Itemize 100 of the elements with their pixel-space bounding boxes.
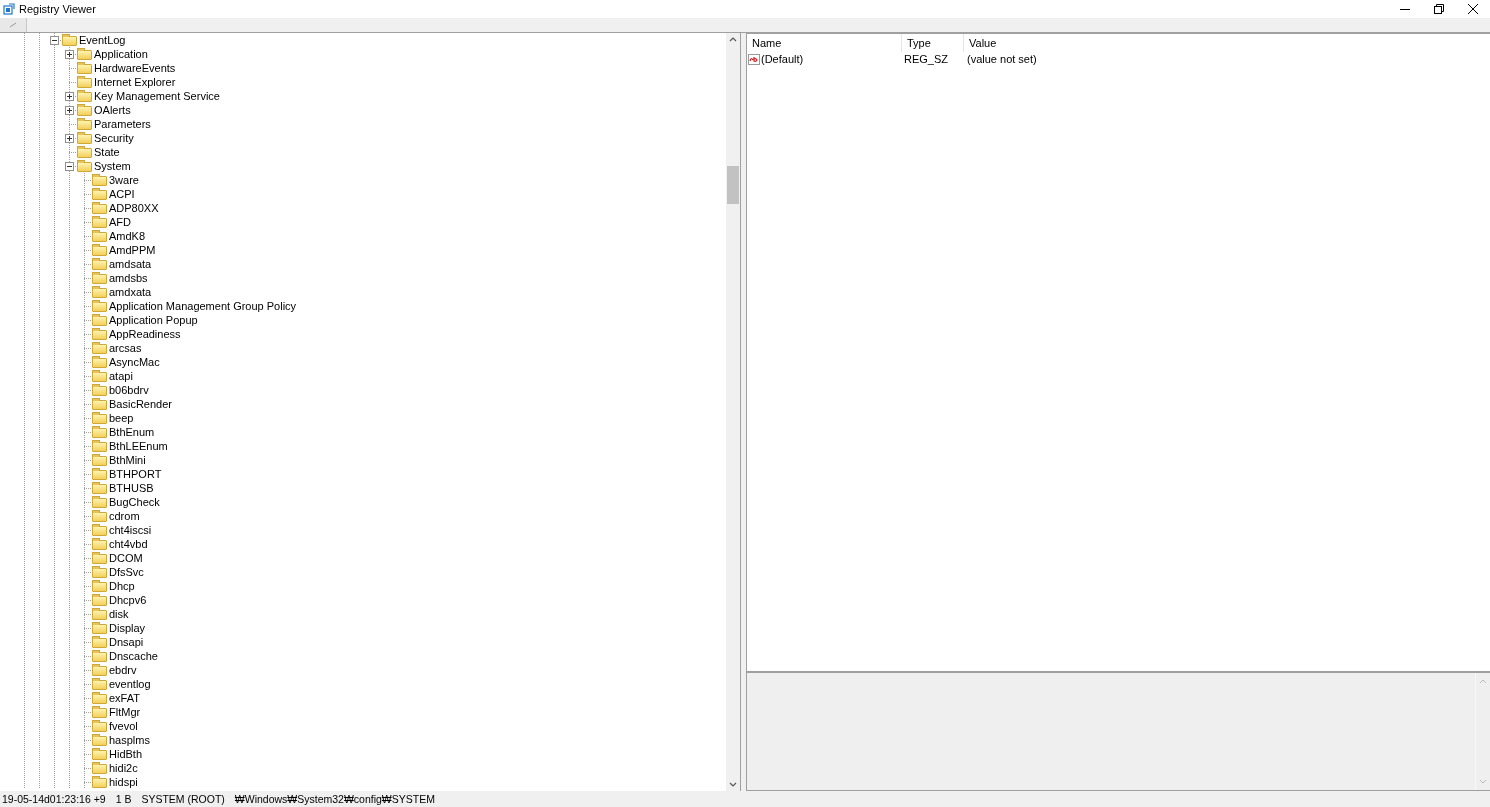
folder-icon bbox=[92, 231, 107, 242]
tree-item[interactable]: atapi bbox=[109, 369, 133, 383]
folder-icon bbox=[92, 721, 107, 732]
window-title: Registry Viewer bbox=[19, 3, 96, 15]
tree-item[interactable]: Dnscache bbox=[109, 649, 158, 663]
folder-icon bbox=[92, 637, 107, 648]
status-size: 1 B bbox=[115, 793, 132, 805]
tree-item[interactable]: DCOM bbox=[109, 551, 143, 565]
scroll-down-icon[interactable] bbox=[729, 782, 737, 787]
tree-item[interactable]: arcsas bbox=[109, 341, 142, 355]
tree-item[interactable]: OAlerts bbox=[94, 103, 131, 117]
restore-icon bbox=[1434, 4, 1444, 14]
tree-item[interactable]: cht4iscsi bbox=[109, 523, 152, 537]
folder-icon bbox=[92, 357, 107, 368]
folder-icon bbox=[92, 399, 107, 410]
scroll-thumb[interactable] bbox=[727, 166, 739, 204]
folder-icon bbox=[92, 455, 107, 466]
tree-item[interactable]: Display bbox=[109, 621, 146, 635]
tree-item[interactable]: Internet Explorer bbox=[94, 75, 176, 89]
collapse-toggle[interactable] bbox=[65, 162, 74, 171]
tree-item[interactable]: amdxata bbox=[109, 285, 152, 299]
tree-item[interactable]: Security bbox=[94, 131, 134, 145]
folder-icon bbox=[77, 77, 92, 88]
tree-item[interactable]: AmdPPM bbox=[109, 243, 156, 257]
folder-icon bbox=[92, 483, 107, 494]
tree-item[interactable]: BTHPORT bbox=[109, 467, 162, 481]
tree-item[interactable]: ACPI bbox=[109, 187, 135, 201]
tree-item[interactable]: AmdK8 bbox=[109, 229, 146, 243]
tree-item[interactable]: HidBth bbox=[109, 747, 143, 761]
folder-icon bbox=[92, 707, 107, 718]
folder-icon bbox=[92, 511, 107, 522]
folder-icon bbox=[92, 245, 107, 256]
tree-item[interactable]: Parameters bbox=[94, 117, 151, 131]
tree-item[interactable]: Application Popup bbox=[109, 313, 198, 327]
folder-icon bbox=[77, 119, 92, 130]
folder-icon bbox=[92, 735, 107, 746]
expand-toggle[interactable] bbox=[65, 92, 74, 101]
tree-item[interactable]: ebdrv bbox=[109, 663, 137, 677]
tree-item[interactable]: hasplms bbox=[109, 733, 150, 747]
tree-item[interactable]: cht4vbd bbox=[109, 537, 148, 551]
tree-item[interactable]: DfsSvc bbox=[109, 565, 144, 579]
tree-item[interactable]: System bbox=[94, 159, 131, 173]
tree-item[interactable]: disk bbox=[109, 607, 129, 621]
tree-item[interactable]: hidspi bbox=[109, 775, 138, 789]
tree-item[interactable]: BugCheck bbox=[109, 495, 160, 509]
tree-item[interactable]: State bbox=[94, 145, 120, 159]
folder-icon bbox=[92, 441, 107, 452]
tree-item[interactable]: HardwareEvents bbox=[94, 61, 176, 75]
folder-icon bbox=[77, 105, 92, 116]
tree-item[interactable]: AsyncMac bbox=[109, 355, 160, 369]
value-data: (value not set) bbox=[966, 52, 1038, 66]
folder-icon bbox=[92, 343, 107, 354]
pen-stroke-icon bbox=[9, 22, 17, 28]
tree-item[interactable]: ADP80XX bbox=[109, 201, 159, 215]
tree-item[interactable]: hidi2c bbox=[109, 761, 138, 775]
tree-item[interactable]: BthLEEnum bbox=[109, 439, 168, 453]
tree-item[interactable]: exFAT bbox=[109, 691, 140, 705]
expand-toggle[interactable] bbox=[65, 134, 74, 143]
scrollbar[interactable] bbox=[726, 33, 740, 791]
tree-item[interactable]: Application Management Group Policy bbox=[109, 299, 297, 313]
expand-toggle[interactable] bbox=[65, 106, 74, 115]
folder-icon bbox=[92, 567, 107, 578]
tree-item[interactable]: AFD bbox=[109, 215, 131, 229]
tree-item[interactable]: BthMini bbox=[109, 453, 146, 467]
tree-item[interactable]: eventlog bbox=[109, 677, 151, 691]
tree-item[interactable]: Dnsapi bbox=[109, 635, 144, 649]
scroll-up-icon[interactable] bbox=[729, 37, 737, 42]
tree-item[interactable]: BasicRender bbox=[109, 397, 172, 411]
value-type: REG_SZ bbox=[903, 52, 949, 66]
status-root: SYSTEM (ROOT) bbox=[141, 793, 225, 805]
tree-item[interactable]: 3ware bbox=[109, 173, 139, 187]
tree-item[interactable]: b06bdrv bbox=[109, 383, 149, 397]
tree-item[interactable]: fvevol bbox=[109, 719, 138, 733]
tree-item[interactable]: BthEnum bbox=[109, 425, 155, 439]
folder-icon bbox=[77, 91, 92, 102]
expand-toggle[interactable] bbox=[65, 50, 74, 59]
tree-item[interactable]: amdsata bbox=[109, 257, 152, 271]
tree-item[interactable]: EventLog bbox=[79, 33, 126, 47]
column-header[interactable]: Name bbox=[747, 34, 902, 52]
folder-icon bbox=[92, 469, 107, 480]
folder-icon bbox=[92, 679, 107, 690]
folder-icon bbox=[92, 651, 107, 662]
tree-item[interactable]: amdsbs bbox=[109, 271, 148, 285]
folder-icon bbox=[92, 371, 107, 382]
tree-item[interactable]: BTHUSB bbox=[109, 481, 154, 495]
value-name[interactable]: (Default) bbox=[761, 52, 804, 66]
tree-item[interactable]: AppReadiness bbox=[109, 327, 181, 341]
tree-item[interactable]: beep bbox=[109, 411, 134, 425]
column-header[interactable]: Value bbox=[964, 34, 1490, 52]
tree-item[interactable]: cdrom bbox=[109, 509, 140, 523]
column-header[interactable]: Type bbox=[902, 34, 964, 52]
tree-item[interactable]: Application bbox=[94, 47, 148, 61]
tree-item[interactable]: Key Management Service bbox=[94, 89, 220, 103]
registry-app-icon bbox=[3, 3, 15, 15]
collapse-toggle[interactable] bbox=[50, 36, 59, 45]
tree-item[interactable]: Dhcp bbox=[109, 579, 135, 593]
close-icon bbox=[1468, 4, 1478, 14]
folder-icon bbox=[62, 35, 77, 46]
tree-item[interactable]: FltMgr bbox=[109, 705, 141, 719]
tree-item[interactable]: Dhcpv6 bbox=[109, 593, 147, 607]
